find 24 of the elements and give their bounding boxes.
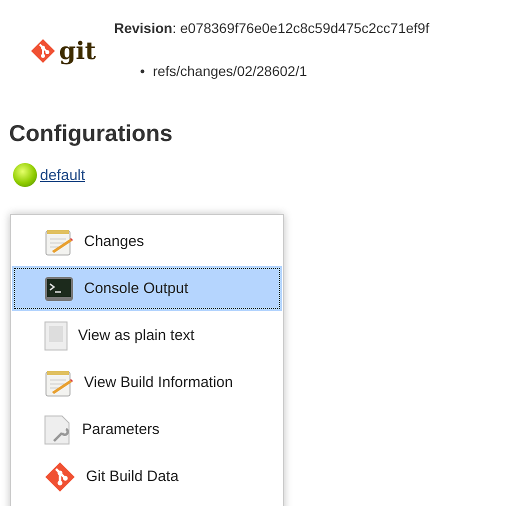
menu-item-label: View Build Information xyxy=(84,374,233,391)
menu-item-label: Parameters xyxy=(82,421,160,438)
terminal-icon xyxy=(44,276,74,302)
status-ball-icon xyxy=(13,163,37,187)
document-icon xyxy=(44,320,68,350)
section-heading: Configurations xyxy=(9,120,174,147)
menu-item[interactable]: View as plain text xyxy=(12,313,282,358)
file-wrench-icon xyxy=(44,414,72,444)
menu-item-label: View as plain text xyxy=(78,327,194,344)
menu-item[interactable]: Console Output xyxy=(12,266,282,311)
menu-item-label: Changes xyxy=(84,233,144,250)
menu-item-label: Git Build Data xyxy=(86,468,179,485)
menu-item-label: Console Output xyxy=(84,280,188,297)
configuration-link[interactable]: default xyxy=(40,166,86,184)
git-icon xyxy=(44,460,76,492)
ref-item: refs/changes/02/28602/1 xyxy=(152,62,308,80)
bullet-marker: • xyxy=(140,62,145,80)
revision-text: Revision: e078369f76e0e12c8c59d475c2cc71ef9f xyxy=(114,20,430,36)
menu-item[interactable]: Changes xyxy=(12,219,282,264)
menu-item[interactable]: View Build Information xyxy=(12,360,282,405)
menu-item[interactable]: Git Build Data xyxy=(12,454,282,499)
menu-item[interactable]: Parameters xyxy=(12,407,282,452)
git-logo-icon xyxy=(30,38,56,64)
git-logo: git xyxy=(59,39,96,63)
